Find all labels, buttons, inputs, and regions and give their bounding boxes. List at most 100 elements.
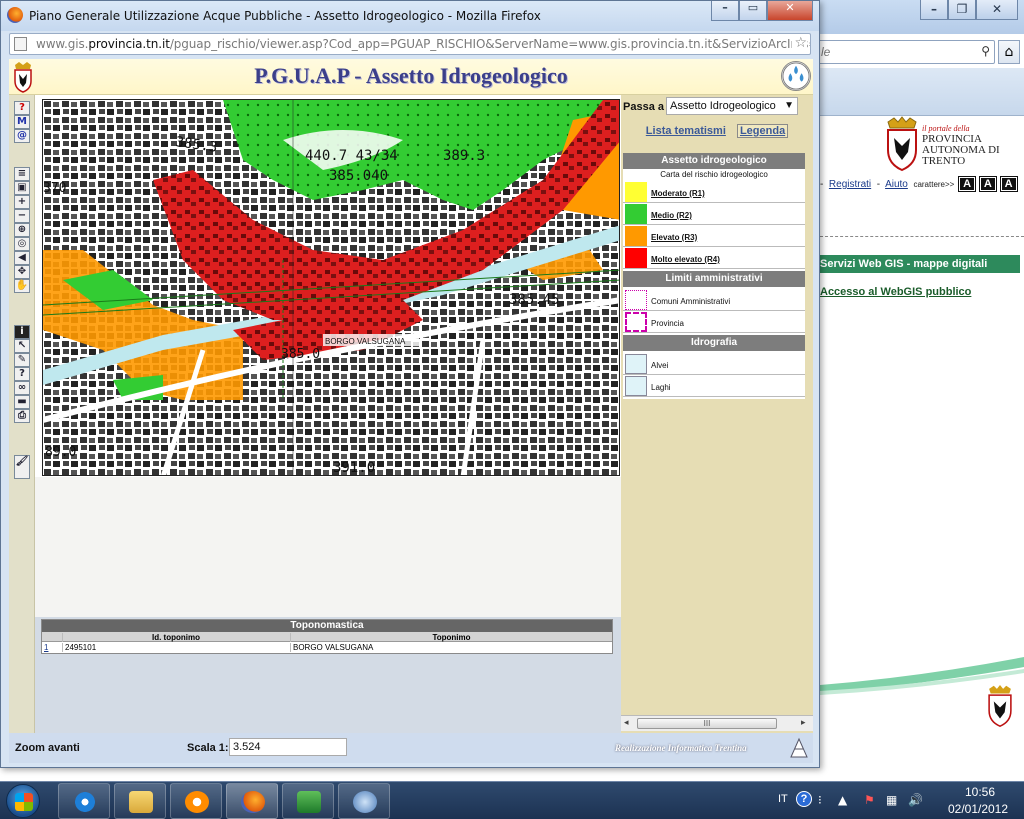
minimize-button[interactable]: –	[920, 0, 948, 20]
legend-box: Assetto idrogeologico Carta del rischio …	[623, 153, 805, 399]
overview-map-icon[interactable]: ▣	[14, 181, 30, 195]
gis-popup-window: Piano Generale Utilizzazione Acque Pubbl…	[0, 0, 820, 768]
popup-maximize-button[interactable]: ▭	[739, 1, 767, 21]
hand-icon[interactable]: ✋	[14, 279, 30, 293]
bookmark-star-icon[interactable]: ☆	[792, 35, 807, 51]
measure-icon[interactable]: ▬	[14, 395, 30, 409]
volume-icon[interactable]: 🔊	[908, 793, 923, 807]
language-bar-icon[interactable]: ⁝	[818, 793, 822, 807]
legend-swatch	[625, 376, 647, 396]
passa-select[interactable]: Assetto Idrogeologico ▼	[666, 97, 798, 115]
print-icon[interactable]: ⎙	[14, 409, 30, 423]
table-header: Id. toponimo Toponimo	[42, 632, 612, 642]
scroll-left-icon[interactable]: ◂	[624, 718, 629, 728]
windows-taskbar: IT ? ⁝ ▲ ⚑ ▦ 🔊 10:56 02/01/2012	[0, 781, 1024, 819]
legend-section-title: Limiti amministrativi	[623, 271, 805, 287]
full-extent-icon[interactable]: ◎	[14, 237, 30, 251]
clock-time[interactable]: 10:56	[950, 785, 1010, 799]
legend-swatch	[625, 248, 647, 268]
find-binoculars-icon[interactable]: ∞	[14, 381, 30, 395]
media-player-taskbar-button[interactable]	[170, 783, 222, 819]
legend-horizontal-scrollbar[interactable]: ◂ III ▸	[621, 715, 813, 731]
system-tray: IT ? ⁝ ▲ ⚑ ▦ 🔊 10:56 02/01/2012	[774, 782, 1024, 819]
text-size-small-button[interactable]: A	[958, 176, 977, 192]
action-center-icon[interactable]: ⚑	[864, 793, 875, 807]
firefox-taskbar-button[interactable]	[226, 783, 278, 819]
network-globe-icon	[353, 791, 377, 813]
query-icon[interactable]: ?	[14, 367, 30, 381]
table-row[interactable]: 1 2495101 BORGO VALSUGANA	[42, 642, 612, 653]
info-icon[interactable]: i	[14, 325, 30, 339]
legend-item: Laghi	[623, 375, 805, 397]
firefox-icon	[241, 791, 265, 813]
zoom-in-icon[interactable]: +	[14, 195, 30, 209]
explorer-taskbar-button[interactable]	[114, 783, 166, 819]
maximize-button[interactable]: ❐	[948, 0, 976, 20]
legend-swatch	[625, 354, 647, 374]
previous-extent-icon[interactable]: ◀	[14, 251, 30, 265]
start-button[interactable]	[6, 784, 40, 818]
row-link[interactable]: 1	[44, 643, 60, 652]
legend-tabs: Lista tematismi Legenda	[621, 124, 813, 138]
aiuto-link[interactable]: Aiuto	[885, 179, 908, 190]
popup-close-button[interactable]: ✕	[767, 1, 813, 21]
home-icon[interactable]: ⌂	[998, 40, 1020, 64]
divider	[820, 236, 1024, 237]
map-empty-area	[35, 477, 621, 617]
gis-statusbar: Zoom avanti Scala 1: 3.524 Realizzazione…	[9, 733, 813, 763]
accesso-webgis-link[interactable]: Accesso al WebGIS pubblico	[820, 286, 971, 298]
help-icon[interactable]: ?	[14, 101, 30, 115]
elevation-label: 389.3	[443, 148, 485, 164]
text-size-medium-button[interactable]: A	[978, 176, 997, 192]
address-bar[interactable]: www.gis.provincia.tn.it/pguap_rischio/vi…	[9, 33, 811, 55]
legend-swatch	[625, 204, 647, 224]
provincia-crest-small-icon	[988, 685, 1012, 728]
gis-viewer: P.G.U.A.P - Assetto Idrogeologico ? M @ …	[9, 59, 813, 763]
email-icon[interactable]: @	[14, 129, 30, 143]
scroll-right-icon[interactable]: ▸	[801, 718, 806, 728]
tab-lista-tematismi[interactable]: Lista tematismi	[646, 125, 726, 137]
legend-item: Moderato (R1)	[623, 181, 805, 203]
scroll-thumb[interactable]: III	[637, 718, 777, 729]
legend-swatch	[625, 312, 647, 332]
popup-titlebar: Piano Generale Utilizzazione Acque Pubbl…	[1, 1, 819, 31]
legend-subtitle: Carta del rischio idrogeologico	[660, 170, 768, 179]
edit-icon[interactable]: ✎	[14, 353, 30, 367]
metadata-icon[interactable]: M	[14, 115, 30, 129]
tab-legenda[interactable]: Legenda	[736, 124, 789, 138]
clock-date[interactable]: 02/01/2012	[940, 802, 1016, 816]
legend-item: Alvei	[623, 353, 805, 375]
excel-taskbar-button[interactable]	[282, 783, 334, 819]
help-tray-icon[interactable]: ?	[796, 791, 812, 807]
scale-input[interactable]: 3.524	[229, 738, 347, 756]
clear-brush-icon[interactable]: 🖌	[14, 455, 30, 479]
show-hidden-icons-icon[interactable]: ▲	[838, 793, 847, 807]
map-canvas[interactable]: 385.3 440.7 43/34 389.3 385.040 385.45 3…	[42, 99, 620, 476]
portal-small-label: il portale della	[922, 124, 970, 133]
text-size-large-button[interactable]: A	[999, 176, 1018, 192]
registrati-link[interactable]: Registrati	[829, 179, 871, 190]
zoom-layer-icon[interactable]: ⊕	[14, 223, 30, 237]
network-app-taskbar-button[interactable]	[338, 783, 390, 819]
internet-explorer-taskbar-button[interactable]	[58, 783, 110, 819]
legend-section-title: Assetto idrogeologico	[623, 153, 805, 169]
zoom-out-icon[interactable]: −	[14, 209, 30, 223]
layers-list-icon[interactable]: ≡	[14, 167, 30, 181]
chevron-down-icon: ▼	[784, 100, 794, 111]
rit-logo-icon	[790, 737, 808, 758]
legend-swatch	[625, 290, 647, 310]
legend-item: Medio (R2)	[623, 203, 805, 225]
select-icon[interactable]: ↖	[14, 339, 30, 353]
media-player-icon	[185, 791, 209, 813]
search-icon[interactable]: ⚲	[981, 44, 990, 58]
pan-icon[interactable]: ✥	[14, 265, 30, 279]
elevation-label: 370	[43, 181, 66, 196]
search-input[interactable]: le ⚲	[790, 40, 995, 64]
legend-item: Molto elevato (R4)	[623, 247, 805, 269]
credit-text: Realizzazione Informatica Trentina	[615, 743, 747, 753]
network-icon[interactable]: ▦	[886, 793, 897, 807]
legend-section-title: Idrografia	[623, 335, 805, 351]
popup-minimize-button[interactable]: –	[711, 1, 739, 21]
close-button[interactable]: ✕	[976, 0, 1018, 20]
language-indicator[interactable]: IT	[778, 793, 788, 805]
